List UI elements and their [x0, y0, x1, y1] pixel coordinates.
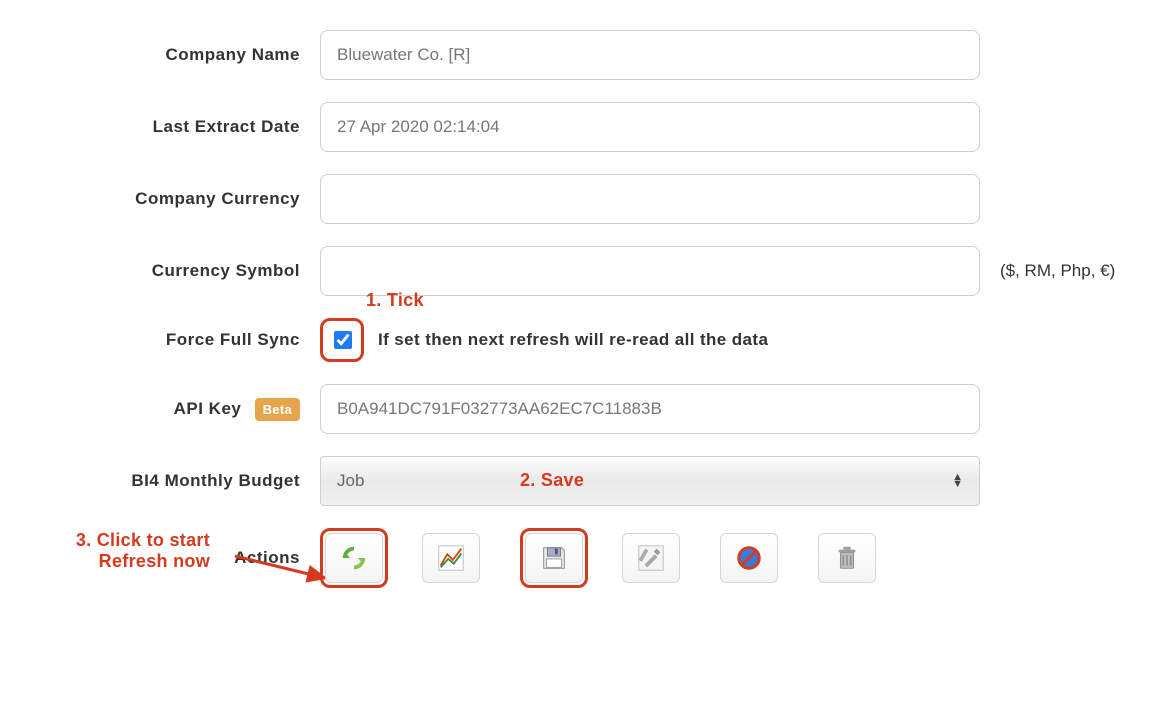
label-company-name: Company Name	[20, 45, 320, 65]
annotation-refresh-2: Refresh now	[76, 551, 210, 572]
tools-icon	[636, 543, 666, 573]
label-company-currency: Company Currency	[20, 189, 320, 209]
save-button[interactable]	[525, 533, 583, 583]
refresh-icon	[339, 543, 369, 573]
trash-icon	[832, 543, 862, 573]
chevron-updown-icon: ▲▼	[952, 474, 963, 488]
bi4-budget-select[interactable]: Job ▲▼	[320, 456, 980, 506]
last-extract-input[interactable]	[320, 102, 980, 152]
force-full-sync-highlight	[320, 318, 364, 362]
label-last-extract: Last Extract Date	[20, 117, 320, 137]
annotation-save: 2. Save	[520, 470, 584, 491]
chart-button[interactable]	[422, 533, 480, 583]
force-full-sync-checkbox[interactable]	[334, 331, 352, 349]
save-highlight	[520, 528, 588, 588]
api-key-input[interactable]	[320, 384, 980, 434]
chart-icon	[436, 543, 466, 573]
delete-button[interactable]	[818, 533, 876, 583]
label-api-key-text: API Key	[174, 398, 242, 417]
label-actions: Actions	[234, 548, 300, 567]
tools-button[interactable]	[622, 533, 680, 583]
refresh-button[interactable]	[325, 533, 383, 583]
row-actions: 3. Click to start Refresh now Actions	[20, 528, 1154, 588]
row-company-name: Company Name	[20, 30, 1154, 80]
refresh-highlight	[320, 528, 388, 588]
label-bi4-budget: BI4 Monthly Budget	[20, 471, 320, 491]
label-api-key: API Key Beta	[20, 398, 320, 421]
annotation-tick: 1. Tick	[366, 290, 424, 311]
annotation-refresh-1: 3. Click to start	[76, 530, 210, 551]
row-api-key: API Key Beta	[20, 384, 1154, 434]
label-force-full-sync: Force Full Sync	[20, 330, 320, 350]
save-icon	[539, 543, 569, 573]
currency-symbol-input[interactable]	[320, 246, 980, 296]
block-icon	[734, 543, 764, 573]
block-button[interactable]	[720, 533, 778, 583]
row-last-extract: Last Extract Date	[20, 102, 1154, 152]
company-currency-input[interactable]	[320, 174, 980, 224]
row-currency-symbol: Currency Symbol ($, RM, Php, €)	[20, 246, 1154, 296]
force-full-sync-hint: If set then next refresh will re-read al…	[378, 330, 768, 350]
currency-symbol-hint: ($, RM, Php, €)	[980, 261, 1115, 281]
row-force-full-sync: Force Full Sync 1. Tick If set then next…	[20, 318, 1154, 362]
label-currency-symbol: Currency Symbol	[20, 261, 320, 281]
beta-badge: Beta	[255, 398, 300, 421]
company-name-input[interactable]	[320, 30, 980, 80]
row-bi4-budget: BI4 Monthly Budget Job ▲▼ 2. Save	[20, 456, 1154, 506]
row-company-currency: Company Currency	[20, 174, 1154, 224]
bi4-budget-value: Job	[337, 471, 364, 491]
